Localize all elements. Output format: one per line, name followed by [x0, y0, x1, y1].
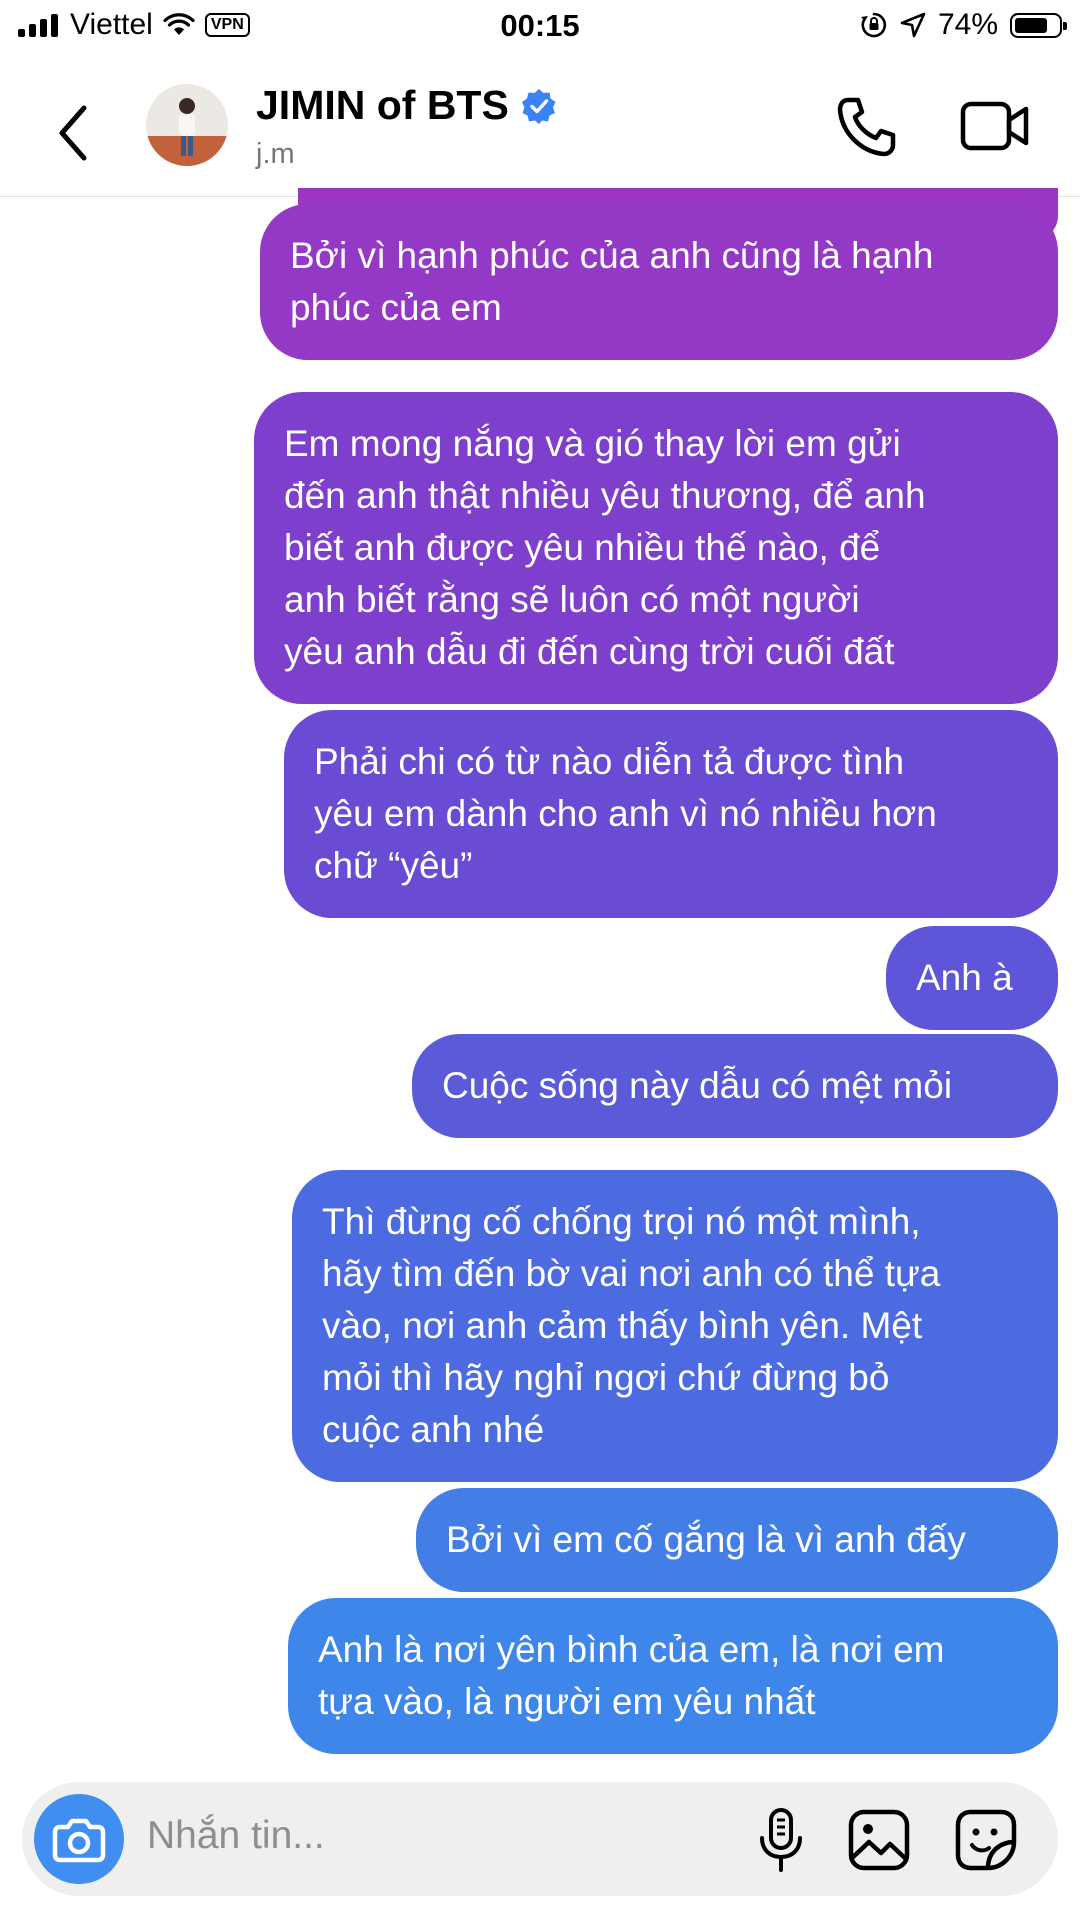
- message-bubble[interactable]: Cuộc sống này dẫu có mệt mỏi: [412, 1034, 1058, 1138]
- message-line: yêu anh dẫu đi đến cùng trời cuối đất: [284, 631, 895, 672]
- message-bubble[interactable]: Em mong nắng và gió thay lời em gửi đến …: [254, 392, 1058, 704]
- camera-icon: [52, 1818, 106, 1863]
- video-call-icon[interactable]: [960, 96, 1030, 156]
- message-line: Cuộc sống này dẫu có mệt mỏi: [442, 1065, 953, 1106]
- message-line: chữ “yêu”: [314, 845, 473, 886]
- status-bar: Viettel VPN 00:15 74%: [0, 0, 1080, 56]
- message-line: đến anh thật nhiều yêu thương, để anh: [284, 475, 926, 516]
- battery-percent: 74%: [937, 8, 998, 41]
- message-line: Em mong nắng và gió thay lời em gửi: [284, 423, 901, 464]
- message-composer[interactable]: Nhắn tin...: [22, 1782, 1058, 1896]
- camera-button[interactable]: [34, 1794, 124, 1884]
- back-arrow-icon[interactable]: [48, 98, 98, 168]
- message-bubble[interactable]: Bởi vì em cố gắng là vì anh đấy: [416, 1488, 1058, 1592]
- message-line: biết anh được yêu nhiều thế nào, để: [284, 527, 881, 568]
- message-input[interactable]: Nhắn tin...: [147, 1814, 325, 1858]
- avatar[interactable]: [146, 84, 228, 166]
- phone-call-icon[interactable]: [834, 94, 900, 160]
- message-line: phúc của em: [290, 287, 502, 328]
- sticker-icon[interactable]: [954, 1808, 1018, 1872]
- gallery-icon[interactable]: [847, 1808, 911, 1872]
- message-bubble[interactable]: Anh à: [886, 926, 1058, 1030]
- message-line: hãy tìm đến bờ vai nơi anh có thể tựa: [322, 1253, 941, 1294]
- message-line: anh biết rằng sẽ luôn có một người: [284, 579, 860, 620]
- message-bubble[interactable]: Phải chi có từ nào diễn tả được tình yêu…: [284, 710, 1058, 918]
- message-line: cuộc anh nhé: [322, 1409, 545, 1450]
- message-line: yêu em dành cho anh vì nó nhiều hơn: [314, 793, 937, 834]
- location-icon: [900, 12, 926, 38]
- microphone-icon[interactable]: [756, 1806, 806, 1874]
- message-line: Phải chi có từ nào diễn tả được tình: [314, 741, 905, 782]
- message-line: tựa vào, là người em yêu nhất: [318, 1681, 816, 1722]
- message-line: Anh à: [916, 957, 1013, 998]
- contact-username: j.m: [256, 138, 295, 170]
- message-line: Bởi vì em cố gắng là vì anh đấy: [446, 1519, 966, 1560]
- battery-icon: [1010, 12, 1067, 38]
- message-line: vào, nơi anh cảm thấy bình yên. Mệt: [322, 1305, 923, 1346]
- message-bubble[interactable]: Bởi vì hạnh phúc của anh cũng là hạnh ph…: [260, 204, 1058, 360]
- verified-badge-icon: [521, 88, 556, 124]
- message-bubble[interactable]: Thì đừng cố chống trọi nó một mình, hãy …: [292, 1170, 1058, 1482]
- orientation-lock-icon: [860, 12, 887, 38]
- message-line: Thì đừng cố chống trọi nó một mình,: [322, 1201, 921, 1242]
- chat-header: JIMIN of BTS j.m: [0, 56, 1080, 197]
- message-line: mỏi thì hãy nghỉ ngơi chứ đừng bỏ: [322, 1357, 890, 1398]
- status-right: 74%: [860, 8, 1067, 42]
- message-bubble[interactable]: Anh là nơi yên bình của em, là nơi em tự…: [288, 1598, 1058, 1754]
- contact-name: JIMIN of BTS: [256, 82, 509, 128]
- message-line: Anh là nơi yên bình của em, là nơi em: [318, 1629, 945, 1670]
- contact-title[interactable]: JIMIN of BTS: [256, 82, 557, 129]
- message-line: Bởi vì hạnh phúc của anh cũng là hạnh: [290, 235, 934, 276]
